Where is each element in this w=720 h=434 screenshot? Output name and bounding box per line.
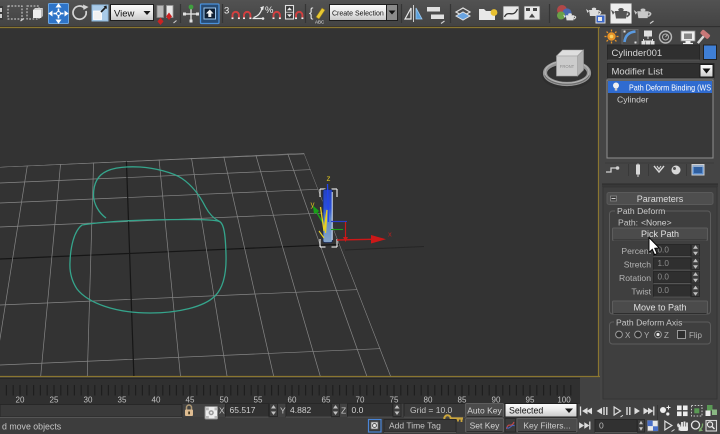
svg-text:Grid = 10.0: Grid = 10.0 [410,405,453,415]
svg-text:0.0: 0.0 [658,286,670,295]
svg-text:x: x [388,230,392,239]
svg-text:y: y [311,200,315,209]
svg-text:3: 3 [224,6,229,17]
svg-text:Z: Z [664,331,669,340]
svg-text:0.0: 0.0 [658,273,670,282]
svg-text:Add Time Tag: Add Time Tag [389,421,441,431]
svg-text:Flip: Flip [689,331,702,340]
svg-text:Path:: Path: [618,218,638,228]
svg-text:Twist: Twist [631,287,651,297]
svg-text:Percent: Percent [621,246,651,256]
svg-text:0.0: 0.0 [352,405,364,415]
svg-text:Pick Path: Pick Path [641,229,679,239]
svg-text:40: 40 [152,396,161,405]
svg-text:Stretch: Stretch [624,260,651,270]
svg-text:25: 25 [50,396,59,405]
svg-text:30: 30 [84,396,93,405]
svg-text:z: z [327,174,331,183]
svg-text:X: X [625,331,631,340]
svg-text:0: 0 [599,421,604,431]
svg-text:d move objects: d move objects [2,422,62,432]
svg-text:4.882: 4.882 [290,405,312,415]
svg-text:Cylinder001: Cylinder001 [612,48,663,59]
svg-text:{: { [309,5,314,20]
svg-text:Set Key: Set Key [470,421,501,431]
svg-text:Move to Path: Move to Path [633,303,686,313]
svg-text:FRONT: FRONT [560,64,575,69]
svg-text:View: View [114,9,135,20]
svg-text:Cylinder: Cylinder [617,95,649,105]
svg-text:Key Filters...: Key Filters... [523,421,570,431]
svg-text:Auto Key: Auto Key [467,406,502,416]
svg-text:35: 35 [118,396,127,405]
svg-text:65.517: 65.517 [230,405,256,415]
svg-text:45: 45 [186,396,195,405]
svg-text:1.0: 1.0 [658,259,670,268]
svg-text:Selected: Selected [509,406,543,416]
svg-text:Y: Y [644,331,650,340]
svg-text:Path Deform Binding (WS: Path Deform Binding (WS [629,83,711,93]
svg-text:Rotation: Rotation [619,273,651,283]
svg-text:Path Deform: Path Deform [617,206,665,216]
svg-text:<None>: <None> [641,218,672,228]
svg-text:Parameters: Parameters [637,194,684,204]
svg-text:Create Selection Se: Create Selection Se [332,11,394,18]
svg-text:Path Deform Axis: Path Deform Axis [616,318,682,328]
svg-text:Modifier List: Modifier List [612,67,664,78]
svg-text:0.0: 0.0 [658,246,670,255]
svg-text:ABC: ABC [315,20,325,25]
svg-text:20: 20 [16,396,25,405]
